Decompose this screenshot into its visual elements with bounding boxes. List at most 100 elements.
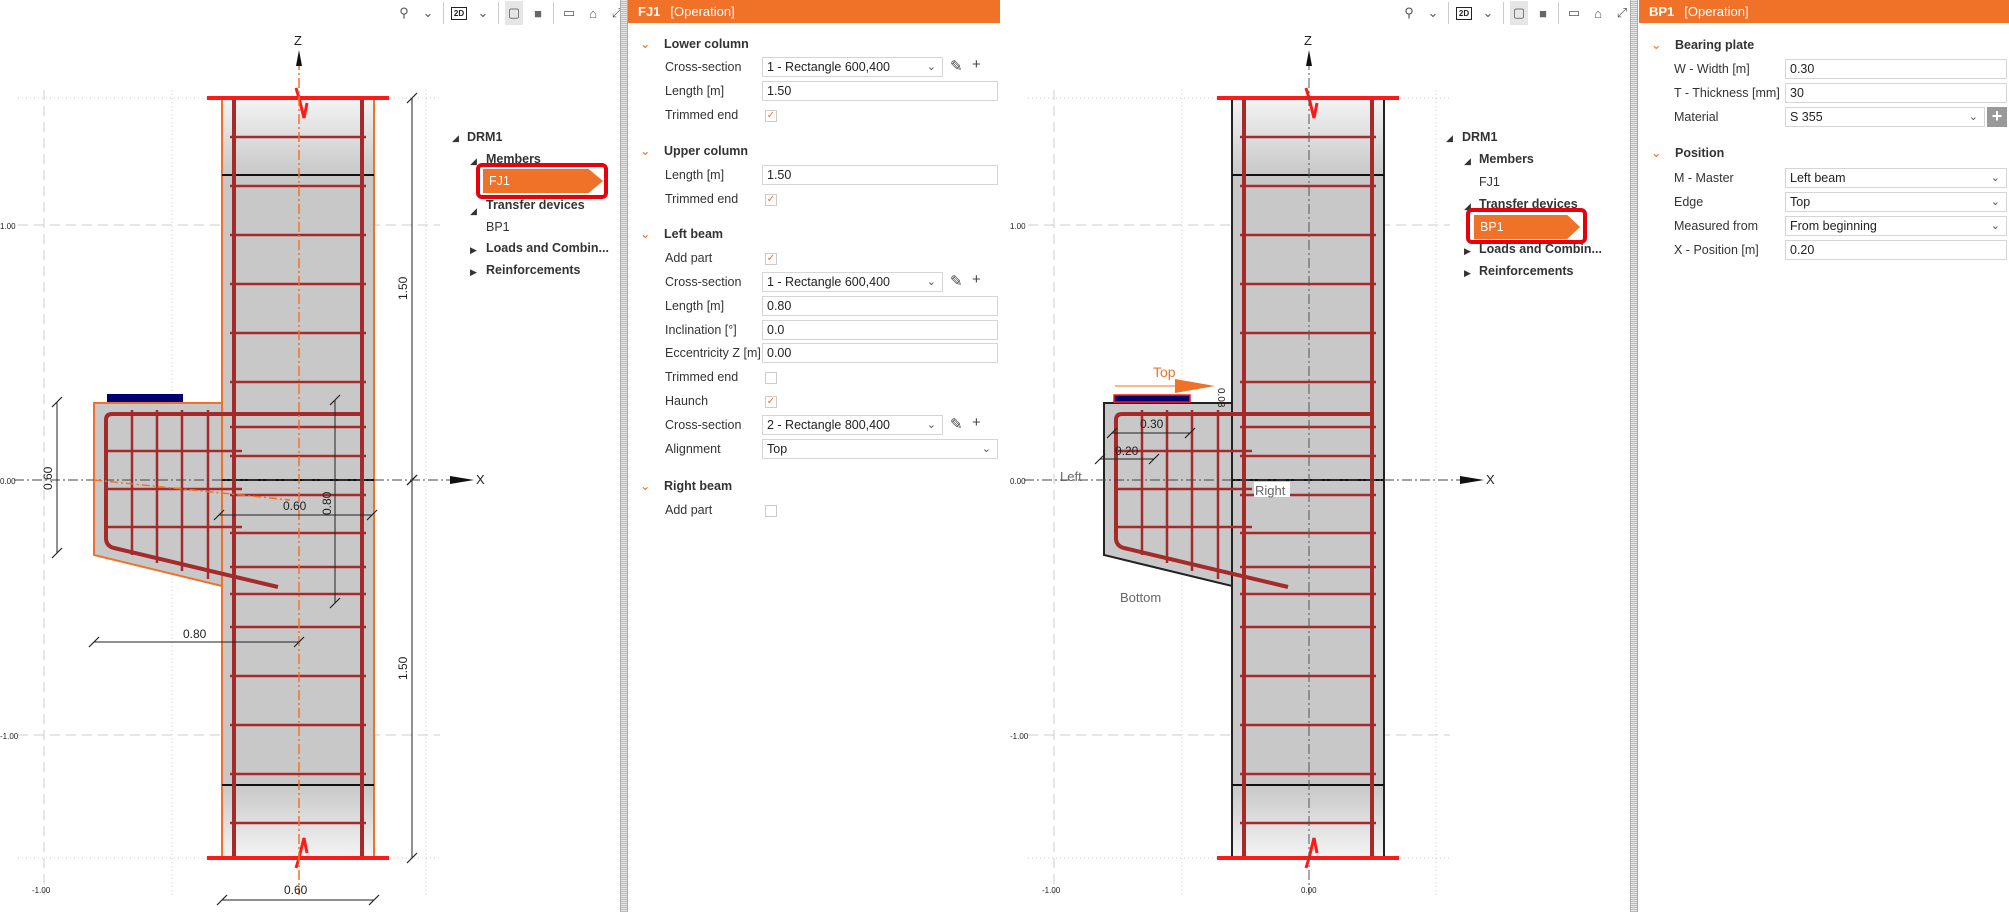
edge-direction-arrow (1175, 379, 1215, 393)
fullscreen-icon[interactable]: ⤢ (1613, 1, 1630, 25)
tree-item-bp1[interactable]: BP1 (486, 220, 510, 234)
grid-label: 0.00 (1301, 886, 1317, 895)
x-axis-arrow (1460, 476, 1484, 484)
tree-item-loads[interactable]: Loads and Combin... (1479, 242, 1602, 256)
section-lower-column[interactable]: ⌄ Lower column (640, 36, 749, 51)
viewport-right[interactable]: Z X 1.00 0.00 -1.00 -1.00 Top Left Right Bottom 0.… (1000, 0, 1630, 912)
expand-icon[interactable]: ◢ (1464, 156, 1471, 167)
measured-from-select[interactable]: From beginning ⌄ (1785, 216, 2007, 236)
collapse-icon[interactable]: ▶ (470, 245, 477, 256)
left-eccentricity-input[interactable]: 0.00 (762, 343, 998, 363)
edge-select[interactable]: Top ⌄ (1785, 192, 2007, 212)
tree-item-fj1[interactable]: FJ1 (1479, 175, 1500, 189)
fullscreen-icon[interactable]: ⤢ (608, 1, 620, 25)
upper-length-input[interactable]: 1.50 (762, 165, 998, 185)
pencil-icon[interactable]: ✎ (950, 57, 963, 75)
left-trimmed-checkbox[interactable] (765, 372, 777, 384)
field-label: Edge (1674, 195, 1704, 209)
collapse-icon[interactable]: ▶ (1464, 268, 1471, 279)
section-bearing-plate[interactable]: ⌄ Bearing plate (1651, 37, 1754, 52)
collapse-icon[interactable]: ▶ (1464, 246, 1471, 257)
expand-icon[interactable]: ◢ (470, 206, 477, 217)
thickness-input[interactable]: 30 (1785, 83, 2007, 103)
chevron-down-icon: ⌄ (1651, 38, 1662, 52)
separator (443, 2, 444, 24)
field-label: Cross-section (665, 275, 742, 289)
solid-icon[interactable]: ■ (1534, 1, 1552, 25)
tree-item-drm1[interactable]: DRM1 (1462, 130, 1497, 144)
tree-item-drm1[interactable]: DRM1 (467, 130, 502, 144)
right-add-part-checkbox[interactable] (765, 505, 777, 517)
z-axis-arrow (296, 50, 302, 66)
grid-label: 1.00 (0, 222, 16, 231)
select-value: From beginning (1790, 219, 1877, 233)
2d-view-icon[interactable]: 2D (450, 1, 468, 25)
field-label: Measured from (1674, 219, 1759, 233)
add-material-button[interactable]: + (1987, 107, 2007, 127)
left-cross-section-select[interactable]: 1 - Rectangle 600,400 ⌄ (762, 272, 943, 292)
chevron-down-icon[interactable]: ⌄ (474, 1, 492, 25)
z-axis-arrow (1306, 50, 1312, 66)
pencil-icon[interactable]: ✎ (950, 272, 963, 290)
collapse-icon[interactable]: ▶ (470, 267, 477, 278)
section-right-beam[interactable]: ⌄ Right beam (640, 478, 732, 493)
left-add-part-checkbox[interactable]: ✓ (765, 253, 777, 265)
panel-mode: [Operation] (670, 4, 735, 19)
box-icon[interactable]: ▭ (560, 1, 578, 25)
view-mode-label: 2D (1455, 6, 1473, 20)
tree-item-reinforcements[interactable]: Reinforcements (1479, 264, 1573, 278)
section-upper-column[interactable]: ⌄ Upper column (640, 143, 748, 158)
chevron-down-icon[interactable]: ⌄ (1424, 1, 1442, 25)
grid-label: 1.00 (1010, 222, 1026, 231)
properties-panel-fj1: FJ1 [Operation] ⌄ Lower column Cross-secti… (628, 0, 1000, 912)
grid-label: -1.00 (1010, 732, 1029, 741)
search-icon[interactable]: ⚲ (395, 1, 413, 25)
expand-icon[interactable]: ◢ (1446, 133, 1453, 144)
alignment-select[interactable]: Top ⌄ (762, 439, 998, 459)
edge-label-left: Left (1060, 469, 1082, 484)
chevron-down-icon: ⌄ (640, 144, 651, 158)
width-input[interactable]: 0.30 (1785, 59, 2007, 79)
upper-trimmed-checkbox[interactable]: ✓ (765, 194, 777, 206)
splitter[interactable] (620, 0, 628, 912)
x-axis-label: X (476, 472, 485, 487)
chevron-down-icon: ⌄ (1990, 172, 2000, 184)
section-position[interactable]: ⌄ Position (1651, 145, 1724, 160)
wireframe-icon[interactable]: ▢ (1510, 1, 1528, 25)
section-left-beam[interactable]: ⌄ Left beam (640, 226, 723, 241)
solid-icon[interactable]: ■ (529, 1, 547, 25)
chevron-down-icon[interactable]: ⌄ (419, 1, 437, 25)
home-icon[interactable]: ⌂ (584, 1, 602, 25)
tree-item-loads[interactable]: Loads and Combin... (486, 241, 609, 255)
master-select[interactable]: Left beam ⌄ (1785, 168, 2007, 188)
tree-item-reinforcements[interactable]: Reinforcements (486, 263, 580, 277)
tree-item-transfer-devices[interactable]: Transfer devices (486, 198, 585, 212)
plus-icon[interactable]: + (972, 271, 981, 288)
tree-item-members[interactable]: Members (1479, 152, 1534, 166)
dimension-label: 0.30 (1140, 417, 1164, 431)
haunch-cross-section-select[interactable]: 2 - Rectangle 800,400 ⌄ (762, 415, 943, 435)
lower-length-input[interactable]: 1.50 (762, 81, 998, 101)
wireframe-icon[interactable]: ▢ (505, 1, 523, 25)
left-inclination-input[interactable]: 0.0 (762, 320, 998, 340)
left-length-input[interactable]: 0.80 (762, 296, 998, 316)
2d-view-icon[interactable]: 2D (1455, 1, 1473, 25)
haunch-checkbox[interactable]: ✓ (765, 396, 777, 408)
select-value: S 355 (1790, 110, 1823, 124)
separator (498, 2, 499, 24)
viewport-left[interactable]: Z X 1.00 0.00 -1.00 -1.00 0.60 0.80 0.60 0.80 1.50… (0, 0, 620, 912)
field-label: Trimmed end (665, 370, 739, 384)
material-select[interactable]: S 355 ⌄ (1785, 107, 1985, 127)
box-icon[interactable]: ▭ (1565, 1, 1583, 25)
lower-cross-section-select[interactable]: 1 - Rectangle 600,400 ⌄ (762, 57, 943, 77)
x-position-input[interactable]: 0.20 (1785, 240, 2007, 260)
expand-icon[interactable]: ◢ (452, 133, 459, 144)
search-icon[interactable]: ⚲ (1400, 1, 1418, 25)
splitter[interactable] (1630, 0, 1638, 912)
lower-trimmed-checkbox[interactable]: ✓ (765, 110, 777, 122)
pencil-icon[interactable]: ✎ (950, 415, 963, 433)
home-icon[interactable]: ⌂ (1589, 1, 1607, 25)
plus-icon[interactable]: + (972, 414, 981, 431)
plus-icon[interactable]: + (972, 56, 981, 73)
chevron-down-icon[interactable]: ⌄ (1479, 1, 1497, 25)
